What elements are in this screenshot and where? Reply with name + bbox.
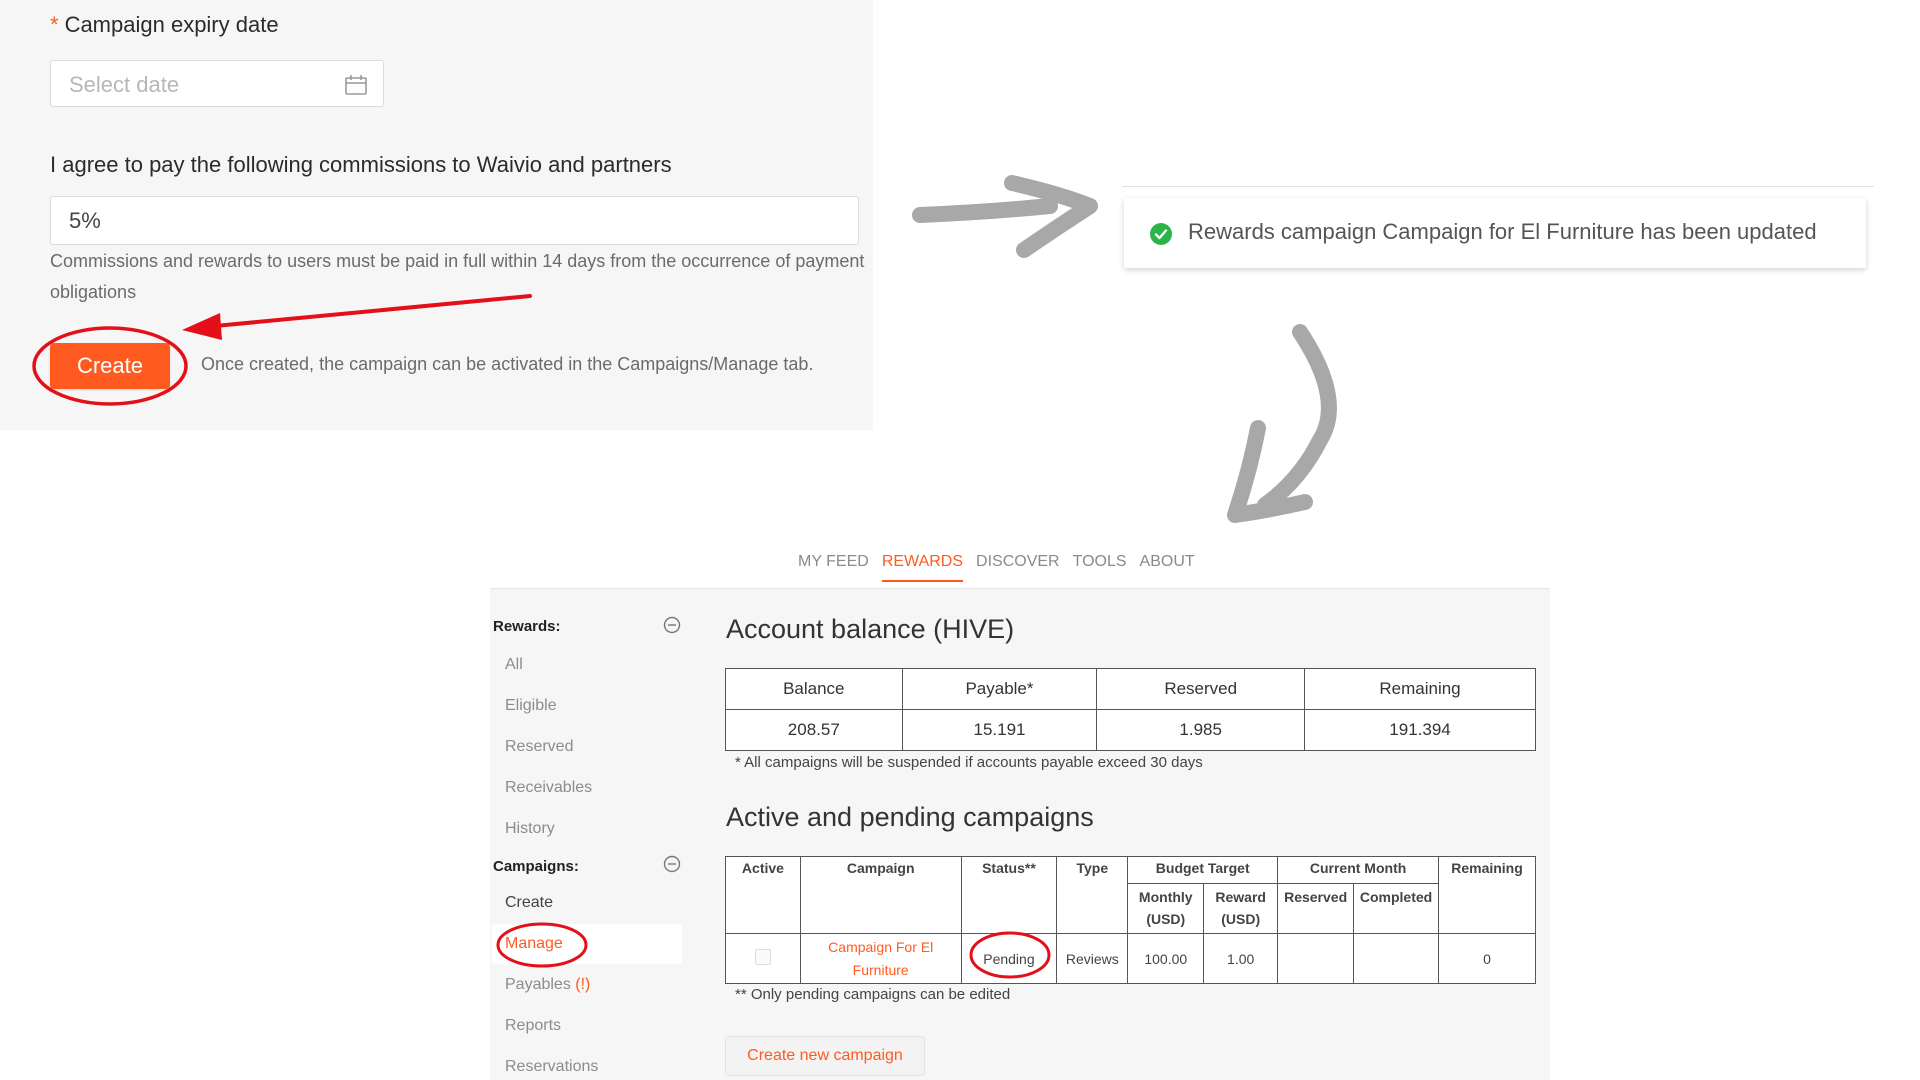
sidebar-item-manage[interactable]: Manage xyxy=(505,935,563,953)
completed-header: Completed xyxy=(1353,883,1440,934)
table-row: Campaign For El Furniture Pending Review… xyxy=(725,933,1536,984)
balance-value: 208.57 xyxy=(725,709,903,751)
sidebar-item-payables[interactable]: Payables (!) xyxy=(505,976,590,994)
type-cell: Reviews xyxy=(1056,933,1129,984)
payables-warning: (!) xyxy=(575,976,591,993)
top-navigation: MY FEED REWARDS DISCOVER TOOLS ABOUT xyxy=(798,553,1195,582)
rewards-page xyxy=(490,589,1550,1080)
commission-value: 5% xyxy=(69,208,101,233)
completed-cell xyxy=(1353,933,1440,984)
reward-cell: 1.00 xyxy=(1203,933,1279,984)
commission-input[interactable]: 5% xyxy=(50,196,859,245)
balance-header-row: Balance Payable* Reserved Remaining xyxy=(725,668,1536,710)
payable-value: 15.191 xyxy=(901,709,1098,751)
remaining-header: Remaining xyxy=(1304,668,1536,710)
balance-value-row: 208.57 15.191 1.985 191.394 xyxy=(725,709,1536,751)
collapse-rewards-icon[interactable] xyxy=(663,616,681,639)
campaigns-table: Active Campaign Status** Type Budget Tar… xyxy=(725,856,1536,984)
remaining-header: Remaining xyxy=(1438,856,1536,934)
create-hint: Once created, the campaign can be activa… xyxy=(201,354,814,374)
sidebar-item-all[interactable]: All xyxy=(505,656,523,674)
campaign-form-panel: * Campaign expiry date Select date I agre… xyxy=(0,0,873,430)
balance-title: Account balance (HIVE) xyxy=(726,614,1015,644)
active-cell xyxy=(725,933,801,984)
balance-note: * All campaigns will be suspended if acc… xyxy=(735,754,1203,771)
gray-down-arrow-icon xyxy=(1227,324,1337,523)
campaign-link[interactable]: Campaign For El Furniture xyxy=(828,939,933,978)
remaining-cell: 0 xyxy=(1438,933,1536,984)
commission-label: I agree to pay the following commissions… xyxy=(50,152,672,177)
reserved-cell xyxy=(1277,933,1355,984)
nav-rewards[interactable]: REWARDS xyxy=(881,553,964,582)
campaign-header: Campaign xyxy=(799,856,962,934)
nav-about[interactable]: ABOUT xyxy=(1140,553,1195,582)
reward-header: Reward (USD) xyxy=(1203,883,1279,934)
type-header: Type xyxy=(1056,856,1129,934)
current-month-header: Current Month xyxy=(1277,856,1440,884)
nav-tools[interactable]: TOOLS xyxy=(1073,553,1127,582)
campaign-cell: Campaign For El Furniture xyxy=(799,933,962,984)
status-header: Status** xyxy=(960,856,1058,934)
reserved-header: Reserved xyxy=(1096,668,1306,710)
balance-header: Balance xyxy=(725,668,903,710)
sidebar-item-create[interactable]: Create xyxy=(505,894,553,912)
reserved-value: 1.985 xyxy=(1096,709,1306,751)
campaigns-title: Active and pending campaigns xyxy=(726,802,1094,832)
nav-divider xyxy=(490,588,1550,589)
check-circle-icon xyxy=(1150,223,1172,250)
sidebar-item-eligible[interactable]: Eligible xyxy=(505,697,557,715)
sidebar-item-reports[interactable]: Reports xyxy=(505,1017,561,1035)
expiry-date-input[interactable]: Select date xyxy=(50,60,384,107)
monthly-header: Monthly (USD) xyxy=(1127,883,1205,934)
reserved-month-header: Reserved xyxy=(1277,883,1355,934)
active-header: Active xyxy=(725,856,801,934)
notification-divider xyxy=(1122,186,1874,187)
active-checkbox[interactable] xyxy=(754,949,771,965)
status-cell: Pending xyxy=(960,933,1058,984)
campaigns-note: ** Only pending campaigns can be edited xyxy=(735,986,1011,1003)
sidebar-rewards-title: Rewards: xyxy=(493,618,561,635)
sidebar-item-payables-label: Payables xyxy=(505,976,571,993)
commission-note: Commissions and rewards to users must be… xyxy=(50,251,865,302)
calendar-icon[interactable] xyxy=(345,75,367,100)
balance-table: Balance Payable* Reserved Remaining 208.… xyxy=(725,668,1536,751)
sidebar-campaigns-title: Campaigns: xyxy=(493,858,579,875)
notification-message: Rewards campaign Campaign for El Furnitu… xyxy=(1188,219,1817,244)
date-placeholder: Select date xyxy=(69,72,180,97)
nav-discover[interactable]: DISCOVER xyxy=(976,553,1060,582)
success-notification: Rewards campaign Campaign for El Furnitu… xyxy=(1124,198,1866,268)
expiry-date-label-text: Campaign expiry date xyxy=(64,12,279,37)
sidebar-item-receivables[interactable]: Receivables xyxy=(505,779,592,797)
payable-header: Payable* xyxy=(901,668,1098,710)
sidebar-item-history[interactable]: History xyxy=(505,820,555,838)
create-new-campaign-button[interactable]: Create new campaign xyxy=(725,1036,925,1076)
create-button[interactable]: Create xyxy=(50,343,170,389)
sidebar-item-reservations[interactable]: Reservations xyxy=(505,1058,598,1076)
expiry-date-label: * Campaign expiry date xyxy=(50,12,279,38)
budget-target-header: Budget Target xyxy=(1127,856,1279,884)
required-mark: * xyxy=(50,12,59,37)
nav-my-feed[interactable]: MY FEED xyxy=(798,553,869,582)
collapse-campaigns-icon[interactable] xyxy=(663,855,681,878)
campaigns-header-row: Active Campaign Status** Type Budget Tar… xyxy=(725,856,1536,934)
monthly-cell: 100.00 xyxy=(1127,933,1205,984)
remaining-value: 191.394 xyxy=(1304,709,1536,751)
sidebar-item-reserved[interactable]: Reserved xyxy=(505,738,573,756)
gray-right-arrow-icon xyxy=(912,175,1098,258)
